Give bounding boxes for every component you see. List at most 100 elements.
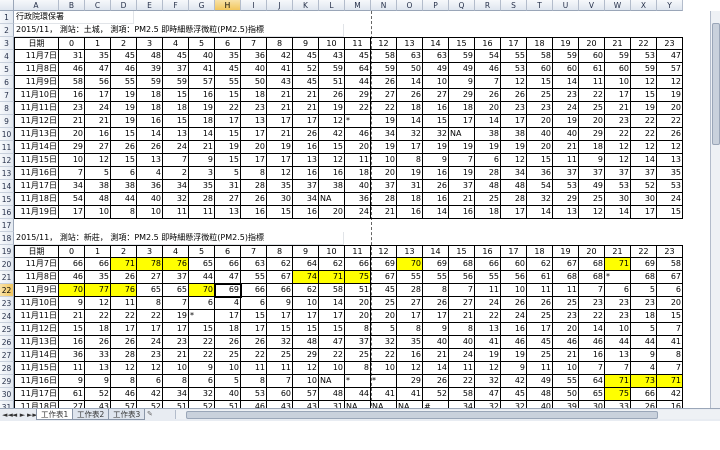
data-cell[interactable]: 26 bbox=[241, 193, 267, 206]
data-cell[interactable]: 14 bbox=[579, 323, 605, 336]
data-cell[interactable]: 10 bbox=[605, 323, 631, 336]
data-cell[interactable]: 71 bbox=[605, 375, 631, 388]
data-cell[interactable]: 54 bbox=[59, 193, 85, 206]
data-cell[interactable]: 22 bbox=[215, 102, 241, 115]
data-cell[interactable]: 11 bbox=[59, 362, 85, 375]
data-cell[interactable]: 52 bbox=[423, 388, 449, 401]
date-cell[interactable]: 11月14日 bbox=[14, 349, 59, 362]
data-cell[interactable]: 8 bbox=[423, 284, 449, 297]
data-cell[interactable]: 20 bbox=[657, 297, 683, 310]
data-cell[interactable]: 9 bbox=[579, 154, 605, 167]
column-header-K[interactable]: K bbox=[293, 0, 319, 11]
data-cell[interactable]: 17 bbox=[397, 310, 423, 323]
data-cell[interactable]: 16 bbox=[579, 349, 605, 362]
hour-heading-cell[interactable]: 23 bbox=[657, 37, 683, 50]
data-cell[interactable]: 6 bbox=[189, 297, 215, 310]
data-cell[interactable]: 17 bbox=[163, 323, 189, 336]
data-cell[interactable]: 24 bbox=[137, 336, 163, 349]
data-cell[interactable]: 13 bbox=[293, 154, 319, 167]
horizontal-scroll-thumb[interactable] bbox=[186, 411, 658, 419]
sheet-tab-2[interactable]: 工作表2 bbox=[72, 409, 110, 420]
data-cell[interactable]: 53 bbox=[553, 180, 579, 193]
data-cell[interactable]: 68 bbox=[631, 271, 657, 284]
data-cell[interactable]: 27 bbox=[137, 271, 163, 284]
data-cell[interactable]: 6 bbox=[137, 375, 163, 388]
data-cell[interactable]: 21 bbox=[553, 141, 579, 154]
data-cell[interactable]: 7 bbox=[267, 375, 293, 388]
data-cell[interactable]: 22 bbox=[475, 310, 501, 323]
data-cell[interactable]: 11 bbox=[163, 206, 189, 219]
row-header-15[interactable]: 15 bbox=[0, 193, 14, 206]
data-cell[interactable]: 49 bbox=[423, 63, 449, 76]
data-cell[interactable]: 36 bbox=[345, 193, 371, 206]
row-header-26[interactable]: 26 bbox=[0, 336, 14, 349]
data-cell[interactable]: 3 bbox=[189, 167, 215, 180]
data-cell[interactable]: 10 bbox=[293, 375, 319, 388]
data-cell[interactable]: 42 bbox=[657, 388, 683, 401]
data-cell[interactable]: 59 bbox=[319, 63, 345, 76]
data-cell[interactable]: 53 bbox=[657, 180, 683, 193]
sheet-tab-1[interactable]: 工作表1 bbox=[36, 409, 74, 420]
data-cell[interactable]: 30 bbox=[267, 193, 293, 206]
column-header-V[interactable]: V bbox=[579, 0, 605, 11]
date-cell[interactable]: 11月11日 bbox=[14, 310, 59, 323]
data-cell[interactable]: 16 bbox=[59, 336, 85, 349]
data-cell[interactable]: 44 bbox=[605, 336, 631, 349]
column-header-I[interactable]: I bbox=[241, 0, 267, 11]
data-cell[interactable]: 59 bbox=[553, 50, 579, 63]
data-cell[interactable]: 17 bbox=[449, 115, 475, 128]
data-cell[interactable]: 19 bbox=[657, 89, 683, 102]
data-cell[interactable]: 65 bbox=[163, 284, 189, 297]
data-cell[interactable]: 29 bbox=[579, 128, 605, 141]
data-cell[interactable]: 6 bbox=[605, 284, 631, 297]
data-cell[interactable]: 17 bbox=[423, 310, 449, 323]
data-cell[interactable]: 69 bbox=[631, 258, 657, 271]
column-header-X[interactable]: X bbox=[631, 0, 657, 11]
data-cell[interactable]: 9 bbox=[85, 375, 111, 388]
data-cell[interactable]: 25 bbox=[267, 349, 293, 362]
hour-heading-cell[interactable]: 4 bbox=[163, 245, 189, 258]
data-cell[interactable]: 17 bbox=[241, 323, 267, 336]
data-cell[interactable]: 19 bbox=[501, 141, 527, 154]
data-cell[interactable]: 65 bbox=[189, 258, 215, 271]
data-cell[interactable]: 37 bbox=[163, 63, 189, 76]
data-cell[interactable]: 5 bbox=[631, 323, 657, 336]
data-cell[interactable]: 5 bbox=[371, 323, 397, 336]
data-cell[interactable]: 32 bbox=[371, 336, 397, 349]
data-cell[interactable]: 20 bbox=[59, 128, 85, 141]
data-cell[interactable]: 24 bbox=[449, 349, 475, 362]
data-cell[interactable]: 70 bbox=[59, 284, 85, 297]
data-cell[interactable]: 46 bbox=[59, 63, 85, 76]
data-cell[interactable]: 19 bbox=[111, 115, 137, 128]
data-cell[interactable]: 10 bbox=[371, 154, 397, 167]
data-cell[interactable]: 21 bbox=[293, 89, 319, 102]
data-cell[interactable]: 5 bbox=[85, 167, 111, 180]
data-cell[interactable]: 38 bbox=[501, 128, 527, 141]
data-cell[interactable]: 48 bbox=[293, 336, 319, 349]
data-cell[interactable]: 37 bbox=[449, 180, 475, 193]
data-cell[interactable]: 23 bbox=[553, 89, 579, 102]
data-cell[interactable]: 21 bbox=[423, 349, 449, 362]
data-cell[interactable]: 50 bbox=[553, 388, 579, 401]
data-cell[interactable]: 25 bbox=[215, 349, 241, 362]
data-cell[interactable]: 10 bbox=[423, 76, 449, 89]
data-cell[interactable]: 60 bbox=[605, 63, 631, 76]
data-cell[interactable]: 29 bbox=[449, 89, 475, 102]
data-cell[interactable]: 12 bbox=[501, 154, 527, 167]
data-cell[interactable]: 31 bbox=[59, 50, 85, 63]
data-cell[interactable]: 8 bbox=[449, 323, 475, 336]
row-header-2[interactable]: 2 bbox=[0, 24, 14, 37]
data-cell[interactable]: 7 bbox=[605, 362, 631, 375]
data-cell[interactable]: 23 bbox=[605, 310, 631, 323]
data-cell[interactable]: 14 bbox=[605, 206, 631, 219]
data-cell[interactable]: 46 bbox=[111, 388, 137, 401]
data-cell[interactable]: 32 bbox=[189, 388, 215, 401]
data-cell[interactable]: 23 bbox=[501, 102, 527, 115]
data-cell[interactable]: 15 bbox=[423, 115, 449, 128]
data-cell[interactable]: 7 bbox=[475, 76, 501, 89]
row-header-5[interactable]: 5 bbox=[0, 63, 14, 76]
data-cell[interactable]: 50 bbox=[241, 76, 267, 89]
data-cell[interactable]: 20 bbox=[345, 310, 371, 323]
data-cell[interactable]: 58 bbox=[657, 258, 683, 271]
data-cell[interactable]: 10 bbox=[59, 154, 85, 167]
